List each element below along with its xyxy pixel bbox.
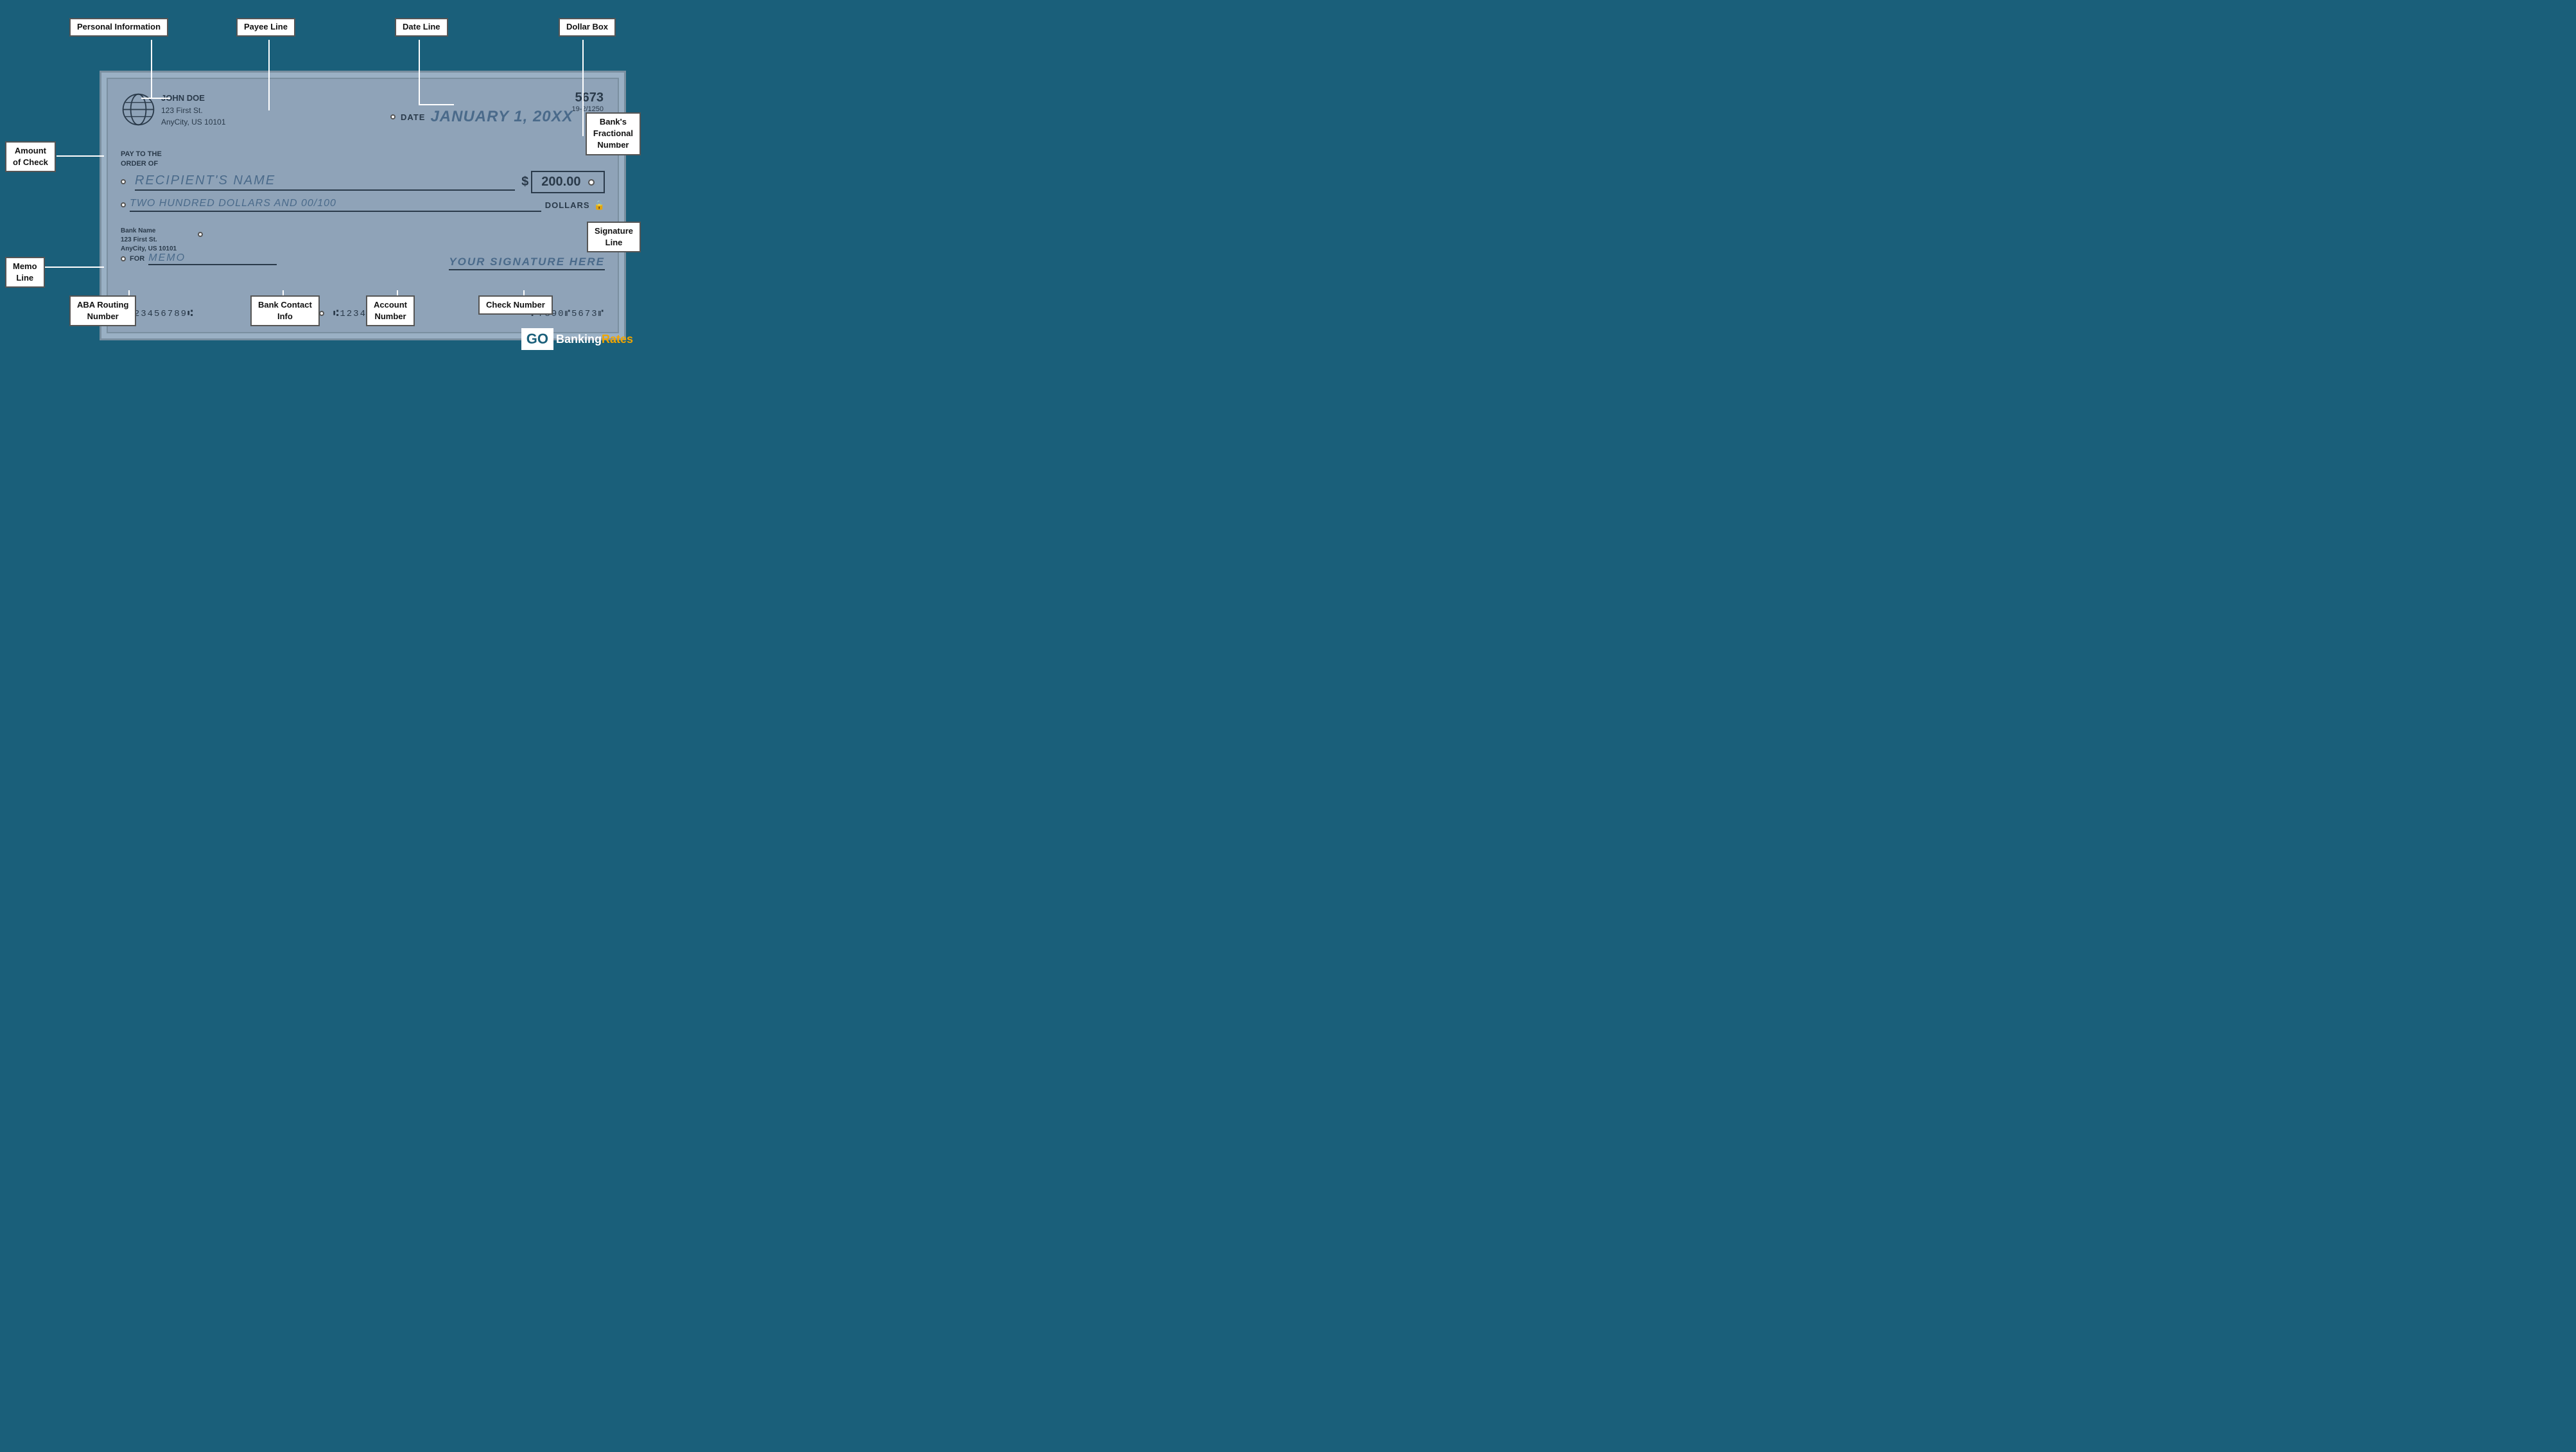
for-label: FOR bbox=[130, 255, 144, 263]
personal-information-label: Personal Information bbox=[69, 18, 168, 37]
date-label: DATE bbox=[401, 112, 425, 122]
account-holder-address: 123 First St. bbox=[161, 105, 226, 116]
bank-contact-info-label: Bank ContactInfo bbox=[250, 295, 320, 326]
check-number-connector-v bbox=[523, 290, 525, 295]
logo-go: GO bbox=[521, 328, 553, 350]
payee-area: PAY TO THE ORDER OF RECIPIENT'S NAME $ 2… bbox=[121, 150, 605, 193]
check-number-area: 5673 19-2/1250 bbox=[571, 91, 604, 113]
date-line-connector-v bbox=[419, 40, 420, 104]
memo-area: FOR MEMO bbox=[121, 252, 277, 265]
signature-area: YOUR SIGNATURE HERE bbox=[449, 256, 605, 268]
lock-icon: 🔒 bbox=[594, 200, 605, 211]
memo-line-field: MEMO bbox=[148, 252, 277, 265]
gobankingrates-logo: GO Banking Rates bbox=[521, 328, 633, 350]
bank-info-dot bbox=[198, 232, 203, 237]
dollar-box-dot bbox=[588, 179, 595, 186]
aba-connector-v bbox=[128, 290, 130, 295]
pay-to-label: PAY TO THE ORDER OF bbox=[121, 150, 605, 170]
signature-text: YOUR SIGNATURE HERE bbox=[449, 256, 605, 270]
dollar-box-connector-v bbox=[582, 40, 584, 136]
memo-connector-h bbox=[45, 267, 104, 268]
amount-connector-h bbox=[57, 155, 104, 157]
account-connector-v bbox=[397, 290, 398, 295]
personal-info-connector-v bbox=[151, 40, 152, 98]
amount-of-check-label: Amountof Check bbox=[5, 141, 56, 172]
account-number-label: AccountNumber bbox=[366, 295, 415, 326]
fractional-connector-h bbox=[616, 141, 627, 143]
account-holder-info: JOHN DOE 123 First St. AnyCity, US 10101 bbox=[161, 92, 226, 128]
signature-connector-h bbox=[606, 234, 620, 236]
dollar-box-area: $ 200.00 bbox=[521, 171, 605, 193]
date-dot bbox=[390, 114, 396, 119]
bank-address: 123 First St. bbox=[121, 236, 157, 243]
dollar-sign: $ bbox=[521, 175, 528, 189]
recipient-name: RECIPIENT'S NAME bbox=[135, 173, 515, 191]
payee-line-connector-v bbox=[268, 40, 270, 110]
bank-contact-area: Bank Name 123 First St. AnyCity, US 1010… bbox=[121, 227, 177, 254]
payee-line-label: Payee Line bbox=[236, 18, 295, 37]
date-area: DATE JANUARY 1, 20XX bbox=[390, 108, 573, 126]
check-number-label: Check Number bbox=[478, 295, 553, 315]
logo-rates: Rates bbox=[602, 333, 633, 346]
written-amount-dot bbox=[121, 202, 126, 207]
memo-line-label: MemoLine bbox=[5, 257, 45, 288]
account-holder-name: JOHN DOE bbox=[161, 92, 226, 105]
personal-info-area: JOHN DOE 123 First St. AnyCity, US 10101 bbox=[121, 92, 226, 128]
bank-city: AnyCity, US 10101 bbox=[121, 245, 177, 252]
dollar-box-label: Dollar Box bbox=[559, 18, 616, 37]
aba-routing-number-label: ABA RoutingNumber bbox=[69, 295, 136, 326]
account-holder-city: AnyCity, US 10101 bbox=[161, 116, 226, 128]
date-line-label: Date Line bbox=[395, 18, 448, 37]
check-number: 5673 bbox=[571, 91, 604, 105]
personal-info-connector-h bbox=[141, 98, 170, 99]
payee-dot bbox=[121, 179, 126, 184]
logo-banking: Banking bbox=[556, 333, 602, 346]
written-amount-area: TWO HUNDRED DOLLARS AND 00/100 DOLLARS 🔒 bbox=[121, 198, 605, 212]
dollars-label: DOLLARS bbox=[545, 200, 590, 210]
memo-value: MEMO bbox=[148, 252, 186, 263]
signature-line-label: SignatureLine bbox=[587, 222, 641, 252]
written-amount: TWO HUNDRED DOLLARS AND 00/100 bbox=[130, 198, 541, 212]
bank-contact-connector-v bbox=[283, 290, 284, 295]
banks-fractional-number-label: Bank'sFractionalNumber bbox=[586, 112, 641, 155]
date-line-connector-h bbox=[419, 104, 454, 105]
date-value: JANUARY 1, 20XX bbox=[430, 108, 573, 126]
dollar-amount: 200.00 bbox=[531, 171, 605, 193]
memo-dot bbox=[121, 256, 126, 261]
bank-name: Bank Name bbox=[121, 227, 155, 234]
